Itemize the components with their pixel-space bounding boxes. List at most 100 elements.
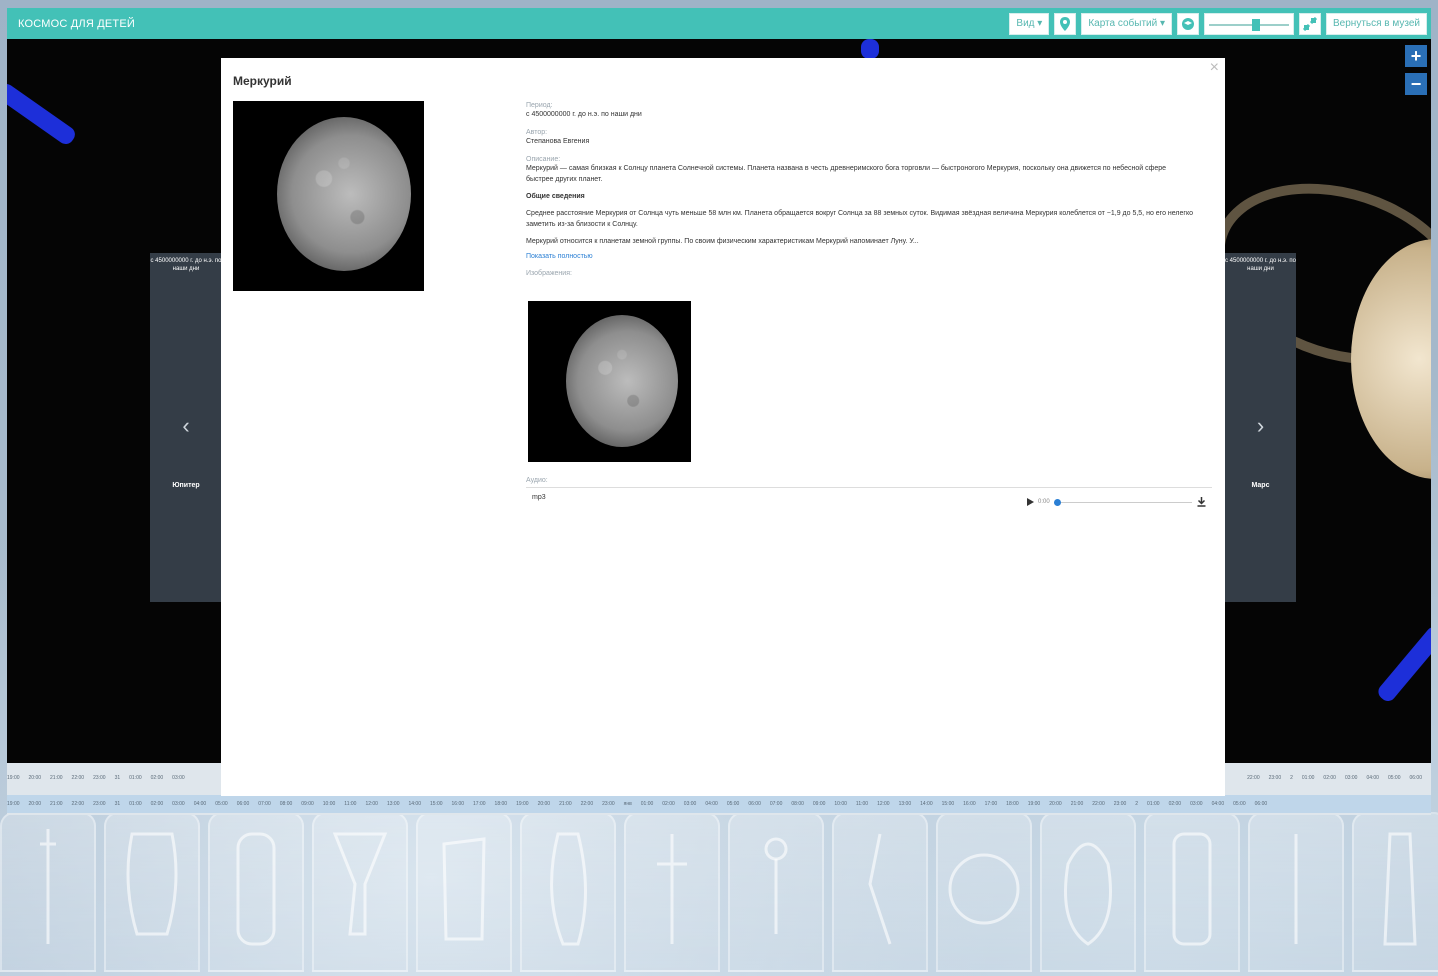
timeline-tick-label: 11:00 [344,801,357,807]
timeline-tick-label: 31 [114,801,121,807]
slider-thumb[interactable] [1252,18,1261,31]
timeline-tick-label: 06:00 [1409,775,1422,781]
timeline-tick-label: 22:00 [71,801,85,807]
timeline-tick-label: 03:00 [1190,801,1203,807]
timeline-tick-label: 04:00 [193,801,207,807]
timeline-tick-label: 11:00 [855,801,869,807]
timeline-tick-label: 13:00 [386,801,400,807]
timeline-tick-label: 02:00 [150,775,164,781]
top-bar: КОСМОС ДЛЯ ДЕТЕЙ Вид ▾ Карта событий ▾ В… [7,8,1431,39]
fullscreen-button[interactable] [1299,12,1321,35]
timeline-tick-label: 31 [114,775,121,781]
timeline-tick-label: 23:00 [602,801,615,807]
chevron-right-icon[interactable]: › [1225,413,1296,439]
timeline-tick-label: 05:00 [1387,775,1401,781]
timeline-tick-label: 15:00 [430,801,443,807]
timeline-tick-label: 01:00 [129,775,142,781]
timeline-tick-label: 14:00 [408,801,421,807]
author-label: Автор: [526,129,548,136]
timeline-tick-label: 08:00 [279,801,293,807]
artifact-strip [0,812,1438,976]
timeline-tick-label: 03:00 [172,775,185,781]
event-detail-modal: × Меркурий Период: с 4500000000 г. до н.… [221,58,1225,796]
event-info: Период: с 4500000000 г. до н.э. по наши … [526,102,1212,277]
artifact-thumb [1144,812,1240,972]
timeline-tick-label: 21:00 [559,801,572,807]
decor-blue-ring [7,80,79,148]
timeline-tick-label: 01:00 [640,801,654,807]
show-full-link[interactable]: Показать полностью [526,253,1212,260]
period-label: Период: [526,102,553,109]
general-info-title: Общие сведения [526,193,585,200]
artifact-thumb [832,812,928,972]
timeline-tick-label: 21:00 [1070,801,1084,807]
general-info-p2: Меркурий относится к планетам земной гру… [526,238,919,245]
timeline-tick-label: 12:00 [877,801,890,807]
timeline-tick-label: 2 [1135,801,1139,807]
download-icon[interactable] [1197,497,1206,507]
timeline-tick-label: 06:00 [748,801,761,807]
close-icon[interactable]: × [1210,59,1219,77]
zoom-in-button[interactable]: + [1405,45,1427,67]
timeline-tick-label: 13:00 [898,801,912,807]
timeline-tick-label: 05:00 [726,801,740,807]
next-event-card[interactable]: с 4500000000 г. до н.э. по наши дни › Ма… [1225,253,1296,602]
timeline-tick-label: 02:00 [1323,775,1336,781]
timeline-tick-label: 03:00 [172,801,185,807]
artifact-thumb [936,812,1032,972]
toolbar: Вид ▾ Карта событий ▾ Вернуться в музей [1009,12,1427,35]
timeline-tick-label: 07:00 [769,801,783,807]
chevron-left-icon[interactable]: ‹ [150,413,222,439]
audio-file-name: mp3 [532,494,546,501]
timeline-tick-label: 17:00 [984,801,998,807]
artifact-thumb [416,812,512,972]
timeline-tick-label: 01:00 [1147,801,1160,807]
events-map-dropdown[interactable]: Карта событий ▾ [1081,12,1172,35]
artifact-thumb [1040,812,1136,972]
timeline-tick-label: 22:00 [71,775,85,781]
author-value: Степанова Евгения [526,138,590,145]
image-thumbnail[interactable] [528,301,691,462]
app-title[interactable]: КОСМОС ДЛЯ ДЕТЕЙ [18,18,135,30]
fullscreen-icon [1303,16,1317,31]
timeline-row-bottom[interactable]: 19:00 20:00 21:00 22:00 23:00 31 01:00 02:00 03:… [7,795,1431,813]
view-dropdown[interactable]: Вид ▾ [1009,12,1050,35]
timeline-tick-label: 20:00 [1049,801,1062,807]
zoom-controls: + − [1405,45,1427,95]
timeline-tick-label: 22:00 [1092,801,1105,807]
timeline-tick-label: 19:00 [516,801,529,807]
general-info-p1: Среднее расстояние Меркурия от Солнца чу… [526,210,1193,228]
layers-button[interactable] [1177,12,1199,35]
timeline-tick-label: 22:00 [1247,775,1260,781]
timeline-tick-label: 18:00 [1006,801,1019,807]
modal-title: Меркурий [233,74,292,88]
prev-event-card[interactable]: с 4500000000 г. до н.э. по наши дни ‹ Юп… [150,253,222,602]
timeline-tick-label: 12:00 [365,801,378,807]
audio-progress-thumb[interactable] [1053,498,1061,506]
timeline-zoom-slider[interactable] [1204,12,1294,35]
audio-progress-bar[interactable] [1053,498,1192,506]
main-image[interactable] [233,101,424,291]
artifact-thumb [520,812,616,972]
timeline-tick-label: 23:00 [93,775,106,781]
timeline-tick-label: 01:00 [129,801,142,807]
timeline-tick-label: 19:00 [1027,801,1041,807]
map-marker-button[interactable] [1054,12,1077,35]
play-icon[interactable] [1026,498,1034,506]
timeline-tick-label: 23:00 [1113,801,1127,807]
next-event-period: с 4500000000 г. до н.э. по наши дни [1225,258,1296,272]
timeline-tick-label: 05:00 [1233,801,1246,807]
plus-icon: + [1410,45,1422,66]
decor-blue-stick [1375,623,1431,705]
audio-player: 0:00 [1026,494,1206,510]
period-value: с 4500000000 г. до н.э. по наши дни [526,111,642,118]
zoom-out-button[interactable]: − [1405,73,1427,95]
timeline-tick-label: 04:00 [705,801,718,807]
timeline-tick-label: 06:00 [236,801,250,807]
timeline-tick-label: 09:00 [301,801,314,807]
artifact-thumb [624,812,720,972]
timeline-tick-label: 21:00 [50,801,63,807]
back-to-museum-button[interactable]: Вернуться в музей [1326,12,1427,35]
timeline-tick-label: 02:00 [150,801,164,807]
timeline-tick-label: 23:00 [93,801,106,807]
